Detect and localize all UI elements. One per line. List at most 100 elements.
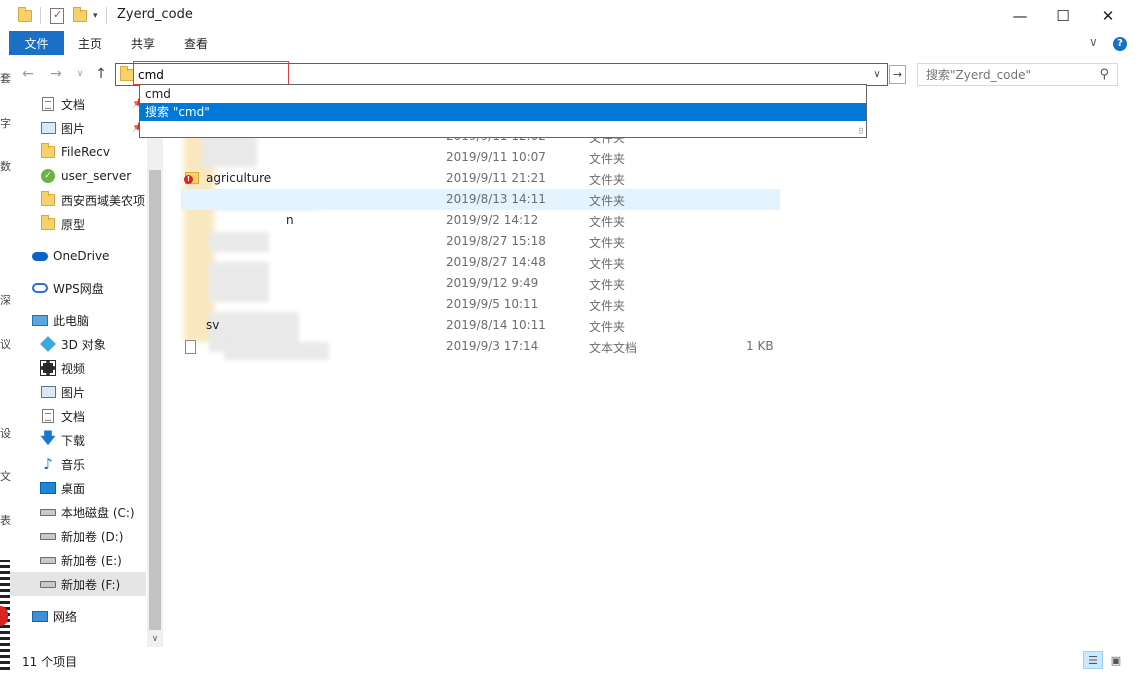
autocomplete-item[interactable]: cmd <box>140 85 866 103</box>
sidebar-item-xian-project[interactable]: 西安西域美农项 <box>10 188 146 212</box>
nav-pane-scrollbar[interactable]: ∨ <box>147 92 163 647</box>
address-input[interactable] <box>138 65 838 84</box>
large-icons-view-icon[interactable]: ▣ <box>1106 651 1126 669</box>
tab-file[interactable]: 文件 <box>9 31 64 55</box>
sidebar-item-network[interactable]: 网络 <box>10 604 146 628</box>
computer-icon <box>32 313 48 327</box>
search-box[interactable]: ⚲ <box>917 63 1118 86</box>
onedrive-icon <box>32 249 48 263</box>
sidebar-item-label: 网络 <box>53 609 78 624</box>
scrollbar-thumb[interactable] <box>149 170 161 630</box>
address-bar[interactable]: ∨ <box>115 63 888 86</box>
date-cell: 2019/9/2 14:12 <box>446 213 539 227</box>
table-row[interactable]: 2019/9/3 17:14 文本文档 1 KB <box>181 336 780 357</box>
properties-icon[interactable] <box>50 7 64 25</box>
user-folder-icon: ✓ <box>40 169 56 183</box>
minimize-button[interactable]: — <box>997 0 1043 31</box>
music-icon: ♪ <box>43 455 53 473</box>
table-row[interactable]: 2019/8/27 15:18 文件夹 <box>181 231 780 252</box>
sidebar-item-label: FileRecv <box>61 145 110 159</box>
name-cell: agriculture <box>206 171 272 185</box>
recent-locations-icon[interactable]: ∨ <box>71 65 89 83</box>
sidebar-item-onedrive[interactable]: OneDrive <box>10 244 146 268</box>
sidebar-item-label: 音乐 <box>61 457 86 472</box>
sidebar-item-this-pc[interactable]: 此电脑 <box>10 308 146 332</box>
sidebar-item-drive-f[interactable]: 新加卷 (F:) <box>10 572 146 596</box>
size-cell: 1 KB <box>746 339 774 353</box>
sidebar-item-label: 文档 <box>61 97 86 112</box>
folder-icon <box>40 143 56 159</box>
sidebar-item-prototype[interactable]: 原型 <box>10 212 146 236</box>
tab-view[interactable]: 查看 <box>184 31 208 55</box>
window-title: Zyerd_code <box>117 7 193 22</box>
back-arrow-icon[interactable]: ← <box>19 65 37 83</box>
tab-share[interactable]: 共享 <box>131 31 155 55</box>
sidebar-item-documents[interactable]: 文档 📌 <box>10 92 146 116</box>
network-icon <box>32 609 48 623</box>
type-cell: 文件夹 <box>589 299 626 313</box>
customize-toolbar-icon[interactable]: ▾ <box>93 7 98 25</box>
strip-char: 套 <box>0 72 11 85</box>
sidebar-item-pictures-pc[interactable]: 图片 <box>10 380 146 404</box>
document-icon <box>40 97 56 111</box>
sidebar-item-user-server[interactable]: ✓ user_server <box>10 164 146 188</box>
ribbon-tabs: 文件 主页 共享 查看 <box>0 31 1139 56</box>
sidebar-item-label: 3D 对象 <box>61 337 106 352</box>
maximize-button[interactable]: ☐ <box>1040 0 1086 31</box>
resize-grip-icon[interactable]: ⠿ <box>858 127 864 136</box>
tab-home[interactable]: 主页 <box>78 31 102 55</box>
ribbon-expand-icon[interactable]: ∨ <box>1089 35 1098 49</box>
type-cell: 文件夹 <box>589 194 626 208</box>
sidebar-item-label: user_server <box>61 169 132 183</box>
table-row-hovered[interactable]: 2019/8/13 14:11 文件夹 <box>181 189 780 210</box>
table-row[interactable]: 2019/9/11 10:07 文件夹 <box>181 147 780 168</box>
navigation-pane: 文档 📌 图片 📌 FileRecv ✓ user_server 西安西域美农项… <box>10 92 146 647</box>
chevron-down-icon[interactable]: ∨ <box>869 64 885 85</box>
table-row[interactable]: 2019/8/27 14:48 文件夹 <box>181 252 780 273</box>
text-file-icon <box>185 340 196 354</box>
table-row[interactable]: n 2019/9/2 14:12 文件夹 <box>181 210 780 231</box>
video-icon <box>40 360 56 376</box>
sidebar-item-wps-cloud[interactable]: WPS网盘 <box>10 276 146 300</box>
sidebar-item-videos[interactable]: 视频 <box>10 356 146 380</box>
sidebar-item-pictures[interactable]: 图片 📌 <box>10 116 146 140</box>
folder-warning-icon <box>184 172 199 184</box>
sidebar-item-drive-e[interactable]: 新加卷 (E:) <box>10 548 146 572</box>
go-arrow-icon[interactable]: → <box>889 65 906 84</box>
date-cell: 2019/9/11 21:21 <box>446 171 546 185</box>
item-count: 11 个项目 <box>22 655 78 669</box>
divider <box>106 7 107 24</box>
help-icon[interactable]: ? <box>1113 37 1127 51</box>
sidebar-item-downloads[interactable]: 🡇 下载 <box>10 428 146 452</box>
close-button[interactable]: ✕ <box>1085 0 1131 31</box>
details-view-icon[interactable]: ☰ <box>1083 651 1103 669</box>
sidebar-item-drive-d[interactable]: 新加卷 (D:) <box>10 524 146 548</box>
forward-arrow-icon[interactable]: → <box>47 65 65 83</box>
sidebar-item-documents-pc[interactable]: 文档 <box>10 404 146 428</box>
desktop-icon <box>40 481 56 495</box>
sidebar-item-filerecv[interactable]: FileRecv <box>10 140 146 164</box>
table-row[interactable]: agriculture 2019/9/11 21:21 文件夹 <box>181 168 780 189</box>
sidebar-item-3d-objects[interactable]: 3D 对象 <box>10 332 146 356</box>
table-row[interactable]: 2019/9/12 9:49 文件夹 <box>181 273 780 294</box>
table-row[interactable]: sv 2019/8/14 10:11 文件夹 <box>181 315 780 336</box>
sidebar-item-drive-c[interactable]: 本地磁盘 (C:) <box>10 500 146 524</box>
up-arrow-icon[interactable]: ↑ <box>92 65 110 83</box>
search-icon[interactable]: ⚲ <box>1099 67 1109 82</box>
date-cell: 2019/9/3 17:14 <box>446 339 539 353</box>
folder-icon <box>120 66 134 81</box>
picture-icon <box>40 385 56 399</box>
scroll-down-icon[interactable]: ∨ <box>147 631 163 647</box>
search-input[interactable] <box>926 66 1096 84</box>
sidebar-item-label: 新加卷 (E:) <box>61 553 122 568</box>
sidebar-item-music[interactable]: ♪ 音乐 <box>10 452 146 476</box>
autocomplete-item-search[interactable]: 搜索 "cmd" <box>140 103 866 121</box>
sidebar-item-desktop[interactable]: 桌面 <box>10 476 146 500</box>
type-cell: 文件夹 <box>589 215 626 229</box>
new-folder-icon[interactable] <box>73 7 87 25</box>
table-row[interactable]: 2019/9/5 10:11 文件夹 <box>181 294 780 315</box>
date-cell: 2019/8/27 15:18 <box>446 234 546 248</box>
document-icon <box>40 409 56 423</box>
date-cell: 2019/8/27 14:48 <box>446 255 546 269</box>
type-cell: 文件夹 <box>589 278 626 292</box>
